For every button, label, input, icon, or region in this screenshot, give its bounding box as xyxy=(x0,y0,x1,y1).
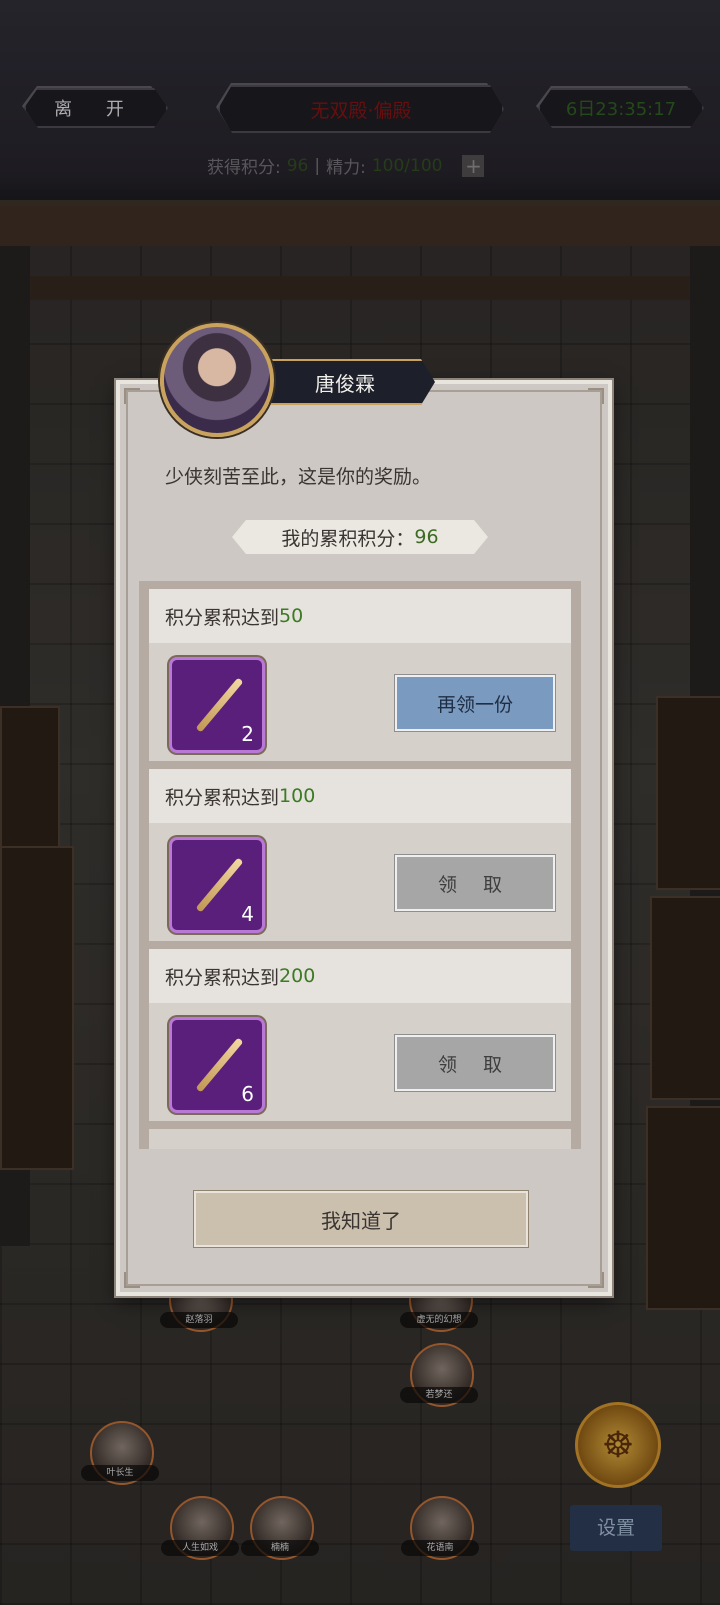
staff-item-icon[interactable]: 2 xyxy=(169,657,265,753)
claim-button[interactable]: 领 取 xyxy=(395,855,555,911)
staff-icon xyxy=(195,677,244,733)
npc-name-plate: 唐俊霖 xyxy=(255,359,435,405)
points-banner: 我的累积积分： 96 xyxy=(232,520,488,554)
item-count: 2 xyxy=(241,722,254,746)
reward-item xyxy=(149,1129,571,1149)
reward-condition: 积分累积达到 200 xyxy=(149,949,571,1003)
goal-value: 100 xyxy=(279,785,316,807)
points-value: 96 xyxy=(414,526,439,548)
goal-value: 50 xyxy=(279,605,304,627)
reward-item: 积分累积达到 200 6 领 取 xyxy=(149,949,571,1121)
npc-avatar xyxy=(160,323,274,437)
goal-prefix: 积分累积达到 xyxy=(165,786,280,809)
item-count: 6 xyxy=(241,1082,254,1106)
claim-button[interactable]: 领 取 xyxy=(395,1035,555,1091)
reward-item: 积分累积达到 100 4 领 取 xyxy=(149,769,571,941)
reward-condition: 积分累积达到 100 xyxy=(149,769,571,823)
staff-item-icon[interactable]: 6 xyxy=(169,1017,265,1113)
frame-corner xyxy=(124,1272,140,1288)
claim-again-button[interactable]: 再领一份 xyxy=(395,675,555,731)
npc-name: 唐俊霖 xyxy=(315,371,375,396)
goal-prefix: 积分累积达到 xyxy=(165,966,280,989)
points-label: 我的累积积分： xyxy=(281,527,415,550)
goal-value: 200 xyxy=(279,965,316,987)
frame-corner xyxy=(124,388,140,404)
reward-condition: 积分累积达到 50 xyxy=(149,589,571,643)
reward-item: 积分累积达到 50 2 再领一份 xyxy=(149,589,571,761)
frame-corner xyxy=(588,1272,604,1288)
staff-icon xyxy=(195,1037,244,1093)
frame-corner xyxy=(588,388,604,404)
reward-list[interactable]: 积分累积达到 50 2 再领一份 积分累积达到 100 4 领 取 积分累积达到 20… xyxy=(139,581,581,1149)
item-count: 4 xyxy=(241,902,254,926)
dialog-message: 少侠刻苦至此，这是你的奖励。 xyxy=(165,466,432,488)
staff-item-icon[interactable]: 4 xyxy=(169,837,265,933)
staff-icon xyxy=(195,857,244,913)
confirm-button[interactable]: 我知道了 xyxy=(194,1191,528,1247)
goal-prefix: 积分累积达到 xyxy=(165,606,280,629)
